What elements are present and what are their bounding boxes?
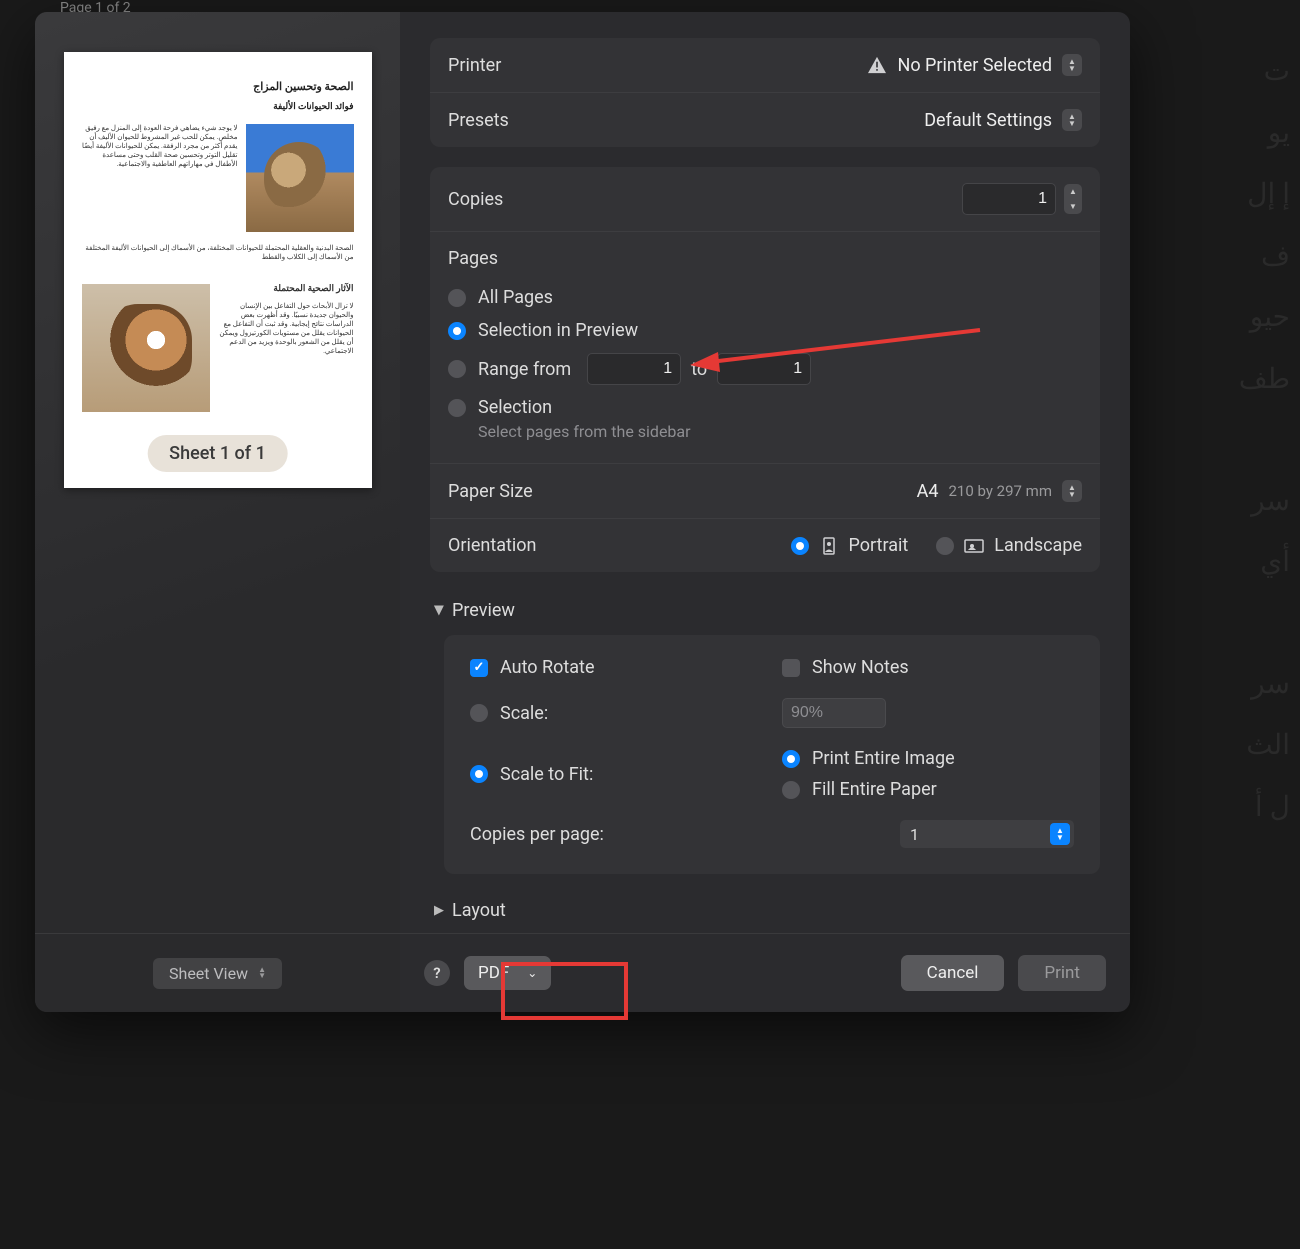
pages-selection-preview-option[interactable]: Selection in Preview [448, 314, 1082, 347]
radio-icon [782, 750, 800, 768]
radio-icon [448, 399, 466, 417]
printer-presets-card: Printer No Printer Selected ▲▼ Presets D… [430, 38, 1100, 147]
copies-per-page-select[interactable]: 1 ▲▼ [900, 820, 1074, 848]
print-entire-image-radio[interactable]: Print Entire Image [782, 748, 1074, 769]
copies-stepper[interactable]: ▲▼ [962, 183, 1082, 215]
paper-size-select[interactable]: A4 210 by 297 mm ▲▼ [917, 480, 1082, 502]
page-setup-card: Copies ▲▼ Pages All Pages [430, 167, 1100, 572]
preview-section-toggle[interactable]: ▶ Preview [430, 592, 1100, 635]
updown-icon: ▲▼ [258, 967, 266, 979]
radio-icon [448, 289, 466, 307]
orientation-portrait[interactable]: Portrait [791, 535, 909, 556]
help-button[interactable]: ? [424, 960, 450, 986]
scale-input[interactable] [782, 698, 886, 728]
cancel-button[interactable]: Cancel [901, 955, 1005, 991]
range-from-input[interactable] [587, 353, 681, 385]
checkbox-icon [470, 659, 488, 677]
auto-rotate-checkbox[interactable]: Auto Rotate [470, 657, 762, 678]
radio-icon [470, 704, 488, 722]
printer-select[interactable]: No Printer Selected ▲▼ [867, 54, 1082, 76]
chevron-down-icon: ▶ [432, 606, 447, 616]
chevron-down-icon: ⌄ [527, 966, 537, 980]
scale-radio[interactable]: Scale: [470, 703, 762, 724]
updown-icon: ▲▼ [1062, 109, 1082, 131]
copies-input[interactable] [962, 183, 1056, 215]
preview-pane: الصحة وتحسين المزاج فوائد الحيوانات الأل… [35, 12, 400, 1012]
doc-title: الصحة وتحسين المزاج [82, 80, 354, 94]
presets-label: Presets [448, 110, 509, 131]
printer-label: Printer [448, 55, 501, 76]
preview-section-card: Auto Rotate Show Notes Scale: [444, 635, 1100, 874]
pages-range-option[interactable]: Range from to [448, 347, 1082, 391]
layout-section-toggle[interactable]: ▶ Layout [430, 874, 1100, 933]
doc-image-cat [246, 124, 354, 232]
preview-footer: Sheet View ▲▼ [35, 933, 400, 1012]
landscape-icon [964, 537, 984, 555]
paper-size-label: Paper Size [448, 481, 533, 502]
print-button[interactable]: Print [1018, 955, 1106, 991]
radio-icon [791, 537, 809, 555]
settings-scroll[interactable]: Printer No Printer Selected ▲▼ Presets D… [400, 12, 1130, 933]
pdf-menu-button[interactable]: PDF ⌄ [464, 956, 551, 990]
fill-entire-paper-radio[interactable]: Fill Entire Paper [782, 779, 1074, 800]
presets-select[interactable]: Default Settings ▲▼ [924, 109, 1082, 131]
range-to-input[interactable] [717, 353, 811, 385]
radio-icon [448, 322, 466, 340]
window-toolbar: Page 1 of 2 [0, 0, 1270, 12]
radio-icon [448, 360, 466, 378]
warning-icon [867, 56, 887, 74]
doc-subtitle: فوائد الحيوانات الأليفة [82, 102, 354, 114]
radio-icon [782, 781, 800, 799]
copies-label: Copies [448, 189, 503, 210]
page-thumbnail[interactable]: الصحة وتحسين المزاج فوائد الحيوانات الأل… [64, 52, 372, 488]
portrait-icon [819, 537, 839, 555]
pages-all-option[interactable]: All Pages [448, 281, 1082, 314]
radio-icon [936, 537, 954, 555]
scale-to-fit-radio[interactable]: Scale to Fit: [470, 764, 762, 785]
orientation-label: Orientation [448, 535, 537, 556]
chevron-right-icon: ▶ [434, 903, 444, 918]
updown-icon: ▲▼ [1050, 823, 1070, 845]
radio-icon [470, 765, 488, 783]
settings-pane: Printer No Printer Selected ▲▼ Presets D… [400, 12, 1130, 1012]
pages-label: Pages [448, 248, 1082, 269]
pages-selection-option[interactable]: Selection [448, 391, 1082, 424]
orientation-landscape[interactable]: Landscape [936, 535, 1082, 556]
dialog-footer: ? PDF ⌄ Cancel Print [400, 933, 1130, 1012]
copies-per-page-label: Copies per page: [470, 824, 604, 845]
updown-icon: ▲▼ [1062, 480, 1082, 502]
show-notes-checkbox[interactable]: Show Notes [782, 657, 1074, 678]
doc-image-dog-cat [82, 284, 210, 412]
sheet-view-button[interactable]: Sheet View ▲▼ [153, 958, 282, 989]
updown-icon: ▲▼ [1062, 54, 1082, 76]
sheet-indicator: Sheet 1 of 1 [147, 435, 288, 472]
print-dialog: الصحة وتحسين المزاج فوائد الحيوانات الأل… [35, 12, 1130, 1012]
doc-section-title: الآثار الصحية المحتملة [218, 284, 354, 296]
background-document-text: تيوإ إلفحيوطفسرأيسرالثل أ [1120, 0, 1300, 1249]
checkbox-icon [782, 659, 800, 677]
stepper-buttons[interactable]: ▲▼ [1064, 184, 1082, 214]
selection-hint: Select pages from the sidebar [478, 422, 1082, 441]
